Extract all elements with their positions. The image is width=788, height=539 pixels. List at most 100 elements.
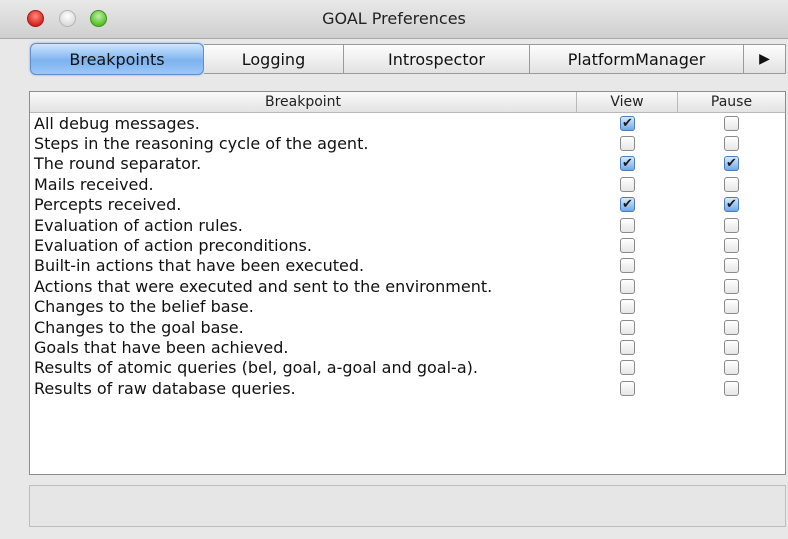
table-row[interactable]: Evaluation of action preconditions. bbox=[30, 235, 785, 255]
right-triangle-icon: ▶ bbox=[759, 51, 770, 67]
tab-introspector[interactable]: Introspector bbox=[344, 44, 530, 74]
pause-checkbox[interactable] bbox=[724, 380, 739, 396]
pause-checkbox[interactable] bbox=[724, 136, 739, 152]
pause-checkbox[interactable]: ✔ bbox=[724, 156, 739, 172]
view-checkbox[interactable] bbox=[620, 278, 635, 294]
pause-cell bbox=[678, 256, 785, 276]
column-header-view[interactable]: View bbox=[577, 92, 678, 112]
table-row[interactable]: Built-in actions that have been executed… bbox=[30, 256, 785, 276]
breakpoint-label: Percepts received. bbox=[34, 195, 182, 215]
breakpoint-label: Evaluation of action rules. bbox=[34, 215, 243, 235]
tab-scroll-right-button[interactable]: ▶ bbox=[744, 44, 786, 74]
breakpoint-label: Evaluation of action preconditions. bbox=[34, 236, 312, 256]
breakpoint-label: Actions that were executed and sent to t… bbox=[34, 276, 493, 296]
table-row[interactable]: Actions that were executed and sent to t… bbox=[30, 276, 785, 296]
table-row[interactable]: Changes to the goal base. bbox=[30, 317, 785, 337]
table-row[interactable]: Results of raw database queries. bbox=[30, 378, 785, 398]
breakpoint-label: Goals that have been achieved. bbox=[34, 337, 289, 357]
breakpoint-label: Results of raw database queries. bbox=[34, 378, 296, 398]
view-checkbox[interactable] bbox=[620, 339, 635, 355]
view-checkbox[interactable] bbox=[620, 238, 635, 254]
breakpoint-label: Changes to the goal base. bbox=[34, 317, 244, 337]
pause-checkbox[interactable] bbox=[724, 339, 739, 355]
column-header-breakpoint[interactable]: Breakpoint bbox=[30, 92, 577, 112]
pause-cell bbox=[678, 378, 785, 398]
view-checkbox[interactable]: ✔ bbox=[620, 197, 635, 213]
breakpoints-table: Breakpoint View Pause All debug messages… bbox=[29, 91, 786, 475]
view-checkbox[interactable] bbox=[620, 217, 635, 233]
pause-cell bbox=[678, 236, 785, 256]
view-cell bbox=[577, 358, 678, 378]
checkmark-icon: ✔ bbox=[622, 197, 633, 213]
view-cell: ✔ bbox=[577, 154, 678, 174]
view-cell bbox=[577, 215, 678, 235]
view-checkbox[interactable]: ✔ bbox=[620, 115, 635, 131]
pause-checkbox[interactable] bbox=[724, 238, 739, 254]
tab-logging[interactable]: Logging bbox=[204, 44, 344, 74]
breakpoint-label: Results of atomic queries (bel, goal, a-… bbox=[34, 358, 478, 378]
pause-checkbox[interactable] bbox=[724, 299, 739, 315]
view-checkbox[interactable] bbox=[620, 136, 635, 152]
tab-platformmanager[interactable]: PlatformManager bbox=[530, 44, 744, 74]
view-checkbox[interactable] bbox=[620, 258, 635, 274]
table-row[interactable]: Goals that have been achieved. bbox=[30, 337, 785, 357]
pause-checkbox[interactable] bbox=[724, 176, 739, 192]
view-cell bbox=[577, 297, 678, 317]
checkmark-icon: ✔ bbox=[622, 156, 633, 172]
table-row[interactable]: The round separator. ✔ ✔ bbox=[30, 154, 785, 174]
table-row[interactable]: All debug messages. ✔ bbox=[30, 113, 785, 133]
window-title: GOAL Preferences bbox=[322, 9, 466, 28]
checkmark-icon: ✔ bbox=[726, 197, 737, 213]
view-checkbox[interactable]: ✔ bbox=[620, 156, 635, 172]
view-cell bbox=[577, 337, 678, 357]
title-bar[interactable]: GOAL Preferences bbox=[0, 0, 788, 39]
pause-checkbox[interactable] bbox=[724, 319, 739, 335]
pause-cell bbox=[678, 174, 785, 194]
view-checkbox[interactable] bbox=[620, 380, 635, 396]
view-cell bbox=[577, 256, 678, 276]
table-body: All debug messages. ✔ Steps in the reasoni… bbox=[30, 113, 785, 398]
table-row[interactable]: Evaluation of action rules. bbox=[30, 215, 785, 235]
table-row[interactable]: Mails received. bbox=[30, 174, 785, 194]
view-cell bbox=[577, 174, 678, 194]
breakpoint-label: Changes to the belief base. bbox=[34, 297, 254, 317]
view-cell bbox=[577, 276, 678, 296]
pause-cell bbox=[678, 134, 785, 154]
breakpoint-label: Steps in the reasoning cycle of the agen… bbox=[34, 134, 369, 154]
table-row[interactable]: Changes to the belief base. bbox=[30, 297, 785, 317]
table-row[interactable]: Steps in the reasoning cycle of the agen… bbox=[30, 133, 785, 153]
view-checkbox[interactable] bbox=[620, 176, 635, 192]
view-cell bbox=[577, 317, 678, 337]
tab-bar: Breakpoints Logging Introspector Platfor… bbox=[30, 43, 786, 76]
view-cell: ✔ bbox=[577, 113, 678, 133]
pause-cell bbox=[678, 358, 785, 378]
pause-checkbox[interactable] bbox=[724, 115, 739, 131]
view-cell: ✔ bbox=[577, 195, 678, 215]
pause-checkbox[interactable] bbox=[724, 217, 739, 233]
preferences-window: GOAL Preferences Breakpoints Logging Int… bbox=[0, 0, 788, 539]
pause-checkbox[interactable]: ✔ bbox=[724, 197, 739, 213]
pause-cell: ✔ bbox=[678, 154, 785, 174]
pause-checkbox[interactable] bbox=[724, 258, 739, 274]
pause-checkbox[interactable] bbox=[724, 278, 739, 294]
view-cell bbox=[577, 378, 678, 398]
view-cell bbox=[577, 134, 678, 154]
view-cell bbox=[577, 236, 678, 256]
breakpoint-label: Mails received. bbox=[34, 174, 154, 194]
view-checkbox[interactable] bbox=[620, 299, 635, 315]
table-row[interactable]: Percepts received. ✔ ✔ bbox=[30, 195, 785, 215]
pause-checkbox[interactable] bbox=[724, 360, 739, 376]
table-row[interactable]: Results of atomic queries (bel, goal, a-… bbox=[30, 358, 785, 378]
breakpoint-label: Built-in actions that have been executed… bbox=[34, 256, 365, 276]
pause-cell bbox=[678, 337, 785, 357]
bottom-panel bbox=[29, 485, 786, 527]
breakpoint-label: All debug messages. bbox=[34, 113, 200, 133]
tab-breakpoints[interactable]: Breakpoints bbox=[30, 43, 204, 75]
column-header-pause[interactable]: Pause bbox=[678, 92, 785, 112]
pause-cell bbox=[678, 317, 785, 337]
view-checkbox[interactable] bbox=[620, 360, 635, 376]
pause-cell bbox=[678, 215, 785, 235]
checkmark-icon: ✔ bbox=[622, 115, 633, 131]
view-checkbox[interactable] bbox=[620, 319, 635, 335]
table-header: Breakpoint View Pause bbox=[30, 92, 785, 113]
